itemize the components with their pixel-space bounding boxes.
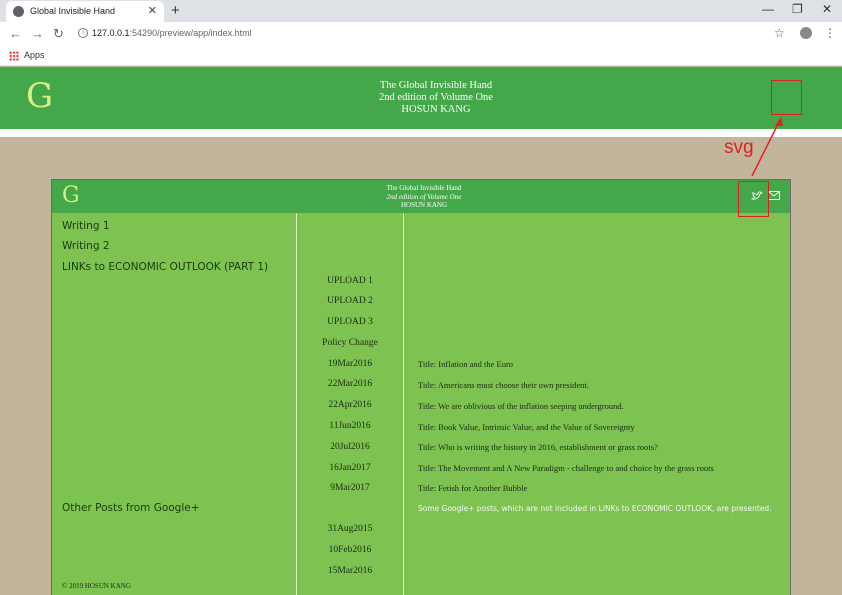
url-input[interactable]: i 127.0.0.1:54290/preview/app/index.html [78, 25, 798, 43]
date-link[interactable]: 31Aug2015 [298, 524, 402, 534]
date-link[interactable]: 20Jul2016 [298, 442, 402, 452]
globe-icon [13, 6, 24, 17]
reload-button[interactable]: ↻ [53, 26, 64, 42]
date-link[interactable]: 10Feb2016 [298, 545, 402, 555]
article-title[interactable]: Title: Americans must choose their own p… [418, 380, 589, 390]
page-header: G The Global Invisible Hand 2nd edition … [0, 67, 842, 129]
date-link[interactable]: 22Apr2016 [298, 400, 402, 410]
url-path: :54290/preview/app/index.html [129, 28, 252, 38]
info-icon[interactable]: i [78, 28, 88, 38]
maximize-button[interactable]: ❐ [792, 2, 803, 16]
upload-3-link[interactable]: UPLOAD 3 [298, 317, 402, 327]
apps-bookmark[interactable]: Apps [24, 50, 45, 60]
nav-writing-2[interactable]: Writing 2 [62, 240, 110, 252]
panel-title: The Global Invisible Hand [386, 184, 462, 192]
profile-avatar-icon[interactable] [800, 27, 812, 39]
nav-google-posts[interactable]: Other Posts from Google+ [62, 502, 200, 514]
copyright: © 2019 HOSUN KANG [62, 582, 131, 590]
article-title[interactable]: Title: Fetish for Another Bubble [418, 483, 527, 493]
panel-author: HOSUN KANG [400, 201, 448, 209]
article-title[interactable]: Title: The Movement and A New Paradigm -… [418, 463, 714, 473]
date-link[interactable]: 11Jun2016 [298, 421, 402, 431]
nav-economic-outlook[interactable]: LINKs to ECONOMIC OUTLOOK (PART 1) [62, 261, 268, 273]
upload-2-link[interactable]: UPLOAD 2 [298, 296, 402, 306]
nav-writing-1[interactable]: Writing 1 [62, 220, 110, 232]
panel-edition: 2nd edition of Volume One [386, 192, 462, 201]
browser-tab-bar: Global Invisible Hand ✕ + — ❐ ✕ [0, 0, 842, 22]
article-title[interactable]: Title: Who is writing the history in 201… [418, 442, 658, 452]
app-panel: G The Global Invisible Hand 2nd edition … [51, 179, 791, 595]
upload-1-link[interactable]: UPLOAD 1 [298, 276, 402, 286]
header-divider [0, 129, 842, 137]
date-link[interactable]: 19Mar2016 [298, 359, 402, 369]
column-divider-right [403, 213, 404, 595]
url-host: 127.0.0.1 [92, 28, 130, 38]
date-link[interactable]: 15Mar2016 [298, 566, 402, 576]
article-title[interactable]: Title: Book Value, Intrinsic Value, and … [418, 422, 635, 432]
apps-grid-icon[interactable] [9, 51, 19, 61]
header-titles: The Global Invisible Hand 2nd edition of… [300, 80, 572, 116]
date-link[interactable]: 16Jan2017 [298, 463, 402, 473]
header-edition: 2nd edition of Volume One [379, 92, 493, 103]
address-bar-row: ← → ↻ i 127.0.0.1:54290/preview/app/inde… [0, 22, 842, 46]
forward-button[interactable]: → [31, 26, 44, 41]
svg-icons-highlight-box [738, 181, 769, 217]
bookmarks-bar: Apps [0, 46, 842, 66]
header-author: HOSUN KANG [401, 104, 471, 115]
mail-icon[interactable] [768, 191, 780, 200]
browser-tab[interactable]: Global Invisible Hand ✕ [6, 1, 164, 22]
google-posts-note: Some Google+ posts, which are not includ… [418, 504, 772, 513]
minimize-button[interactable]: — [762, 2, 774, 16]
browser-menu-icon[interactable]: ⋮ [824, 26, 836, 40]
date-link[interactable]: 9Mar2017 [298, 483, 402, 493]
svg-highlight-box [771, 80, 802, 115]
header-title: The Global Invisible Hand [379, 80, 493, 91]
panel-header: G The Global Invisible Hand 2nd edition … [52, 180, 790, 213]
annotation-label: svg [724, 137, 754, 158]
site-logo[interactable]: G [26, 79, 53, 113]
column-divider-left [296, 213, 297, 595]
tab-title: Global Invisible Hand [30, 6, 116, 16]
bookmark-star-icon[interactable]: ☆ [774, 26, 785, 40]
tab-close-icon[interactable]: ✕ [148, 4, 157, 17]
panel-titles: The Global Invisible Hand 2nd edition of… [354, 184, 494, 210]
new-tab-button[interactable]: + [171, 2, 180, 19]
back-button[interactable]: ← [9, 26, 22, 41]
article-title[interactable]: Title: Inflation and the Euro [418, 359, 513, 369]
date-link[interactable]: 22Mar2016 [298, 379, 402, 389]
policy-change-link[interactable]: Policy Change [298, 338, 402, 348]
close-window-button[interactable]: ✕ [822, 2, 832, 16]
article-title[interactable]: Title: We are oblivious of the inflation… [418, 401, 624, 411]
panel-logo[interactable]: G [62, 184, 80, 208]
